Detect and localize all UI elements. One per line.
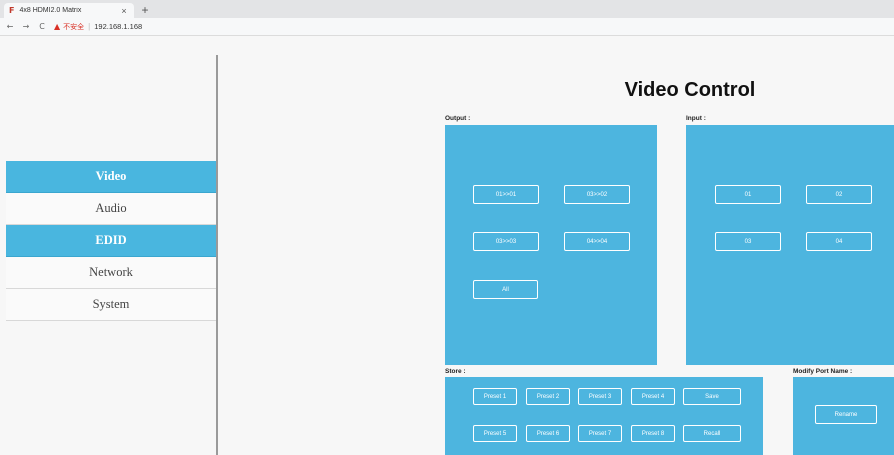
- input-button-3[interactable]: 03: [715, 232, 781, 251]
- back-arrow-icon[interactable]: ←: [4, 22, 16, 31]
- security-indicator[interactable]: ▲ 不安全: [54, 22, 84, 32]
- warning-triangle-icon: ▲: [54, 22, 61, 31]
- preset-8-button[interactable]: Preset 8: [631, 425, 675, 442]
- url-separator: |: [88, 22, 91, 31]
- preset-6-button[interactable]: Preset 6: [526, 425, 570, 442]
- input-button-1[interactable]: 01: [715, 185, 781, 204]
- security-text: 不安全: [63, 23, 85, 31]
- tab-title: 4x8 HDMI2.0 Matrix: [19, 7, 82, 14]
- save-button[interactable]: Save: [683, 388, 741, 405]
- input-panel: 01 02 03 04: [686, 125, 894, 365]
- recall-button[interactable]: Recall: [683, 425, 741, 442]
- reload-icon[interactable]: C: [36, 22, 48, 31]
- sidebar-item-video[interactable]: Video: [6, 161, 216, 193]
- preset-3-button[interactable]: Preset 3: [578, 388, 622, 405]
- sidebar-item-network[interactable]: Network: [6, 257, 216, 289]
- preset-5-button[interactable]: Preset 5: [473, 425, 517, 442]
- preset-1-button[interactable]: Preset 1: [473, 388, 517, 405]
- output-button-1[interactable]: 01>>01: [473, 185, 539, 204]
- site-favicon-icon: F: [9, 6, 15, 15]
- page-title: Video Control: [624, 79, 756, 101]
- tab-close-icon[interactable]: ×: [118, 6, 130, 16]
- store-panel: Preset 1 Preset 2 Preset 3 Preset 4 Save…: [445, 377, 763, 455]
- sidebar-item-edid[interactable]: EDID: [6, 225, 216, 257]
- input-button-2[interactable]: 02: [806, 185, 872, 204]
- output-button-3[interactable]: 03>>03: [473, 232, 539, 251]
- browser-tab[interactable]: F 4x8 HDMI2.0 Matrix ×: [4, 3, 134, 18]
- output-label: Output :: [445, 115, 471, 122]
- output-all-button[interactable]: All: [473, 280, 538, 299]
- store-label: Store :: [445, 368, 466, 375]
- modify-port-name-label: Modify Port Name :: [793, 368, 853, 375]
- url-field[interactable]: 192.168.1.168: [94, 22, 142, 31]
- input-button-4[interactable]: 04: [806, 232, 872, 251]
- sidebar-item-audio[interactable]: Audio: [6, 193, 216, 225]
- browser-tab-bar: F 4x8 HDMI2.0 Matrix × +: [0, 0, 894, 18]
- preset-2-button[interactable]: Preset 2: [526, 388, 570, 405]
- output-button-2[interactable]: 03>>02: [564, 185, 630, 204]
- forward-arrow-icon[interactable]: →: [20, 22, 32, 31]
- sidebar-item-system[interactable]: System: [6, 289, 216, 321]
- new-tab-icon[interactable]: +: [138, 3, 152, 17]
- output-button-4[interactable]: 04>>04: [564, 232, 630, 251]
- output-panel: 01>>01 03>>02 03>>03 04>>04 All: [445, 125, 657, 365]
- sidebar-divider: [216, 55, 218, 455]
- input-label: Input :: [686, 115, 706, 122]
- address-bar: ← → C ▲ 不安全 | 192.168.1.168: [0, 18, 894, 36]
- sidebar-menu: Video Audio EDID Network System: [6, 161, 216, 321]
- preset-7-button[interactable]: Preset 7: [578, 425, 622, 442]
- rename-button[interactable]: Rename: [815, 405, 877, 424]
- modify-port-name-panel: Rename: [793, 377, 894, 455]
- preset-4-button[interactable]: Preset 4: [631, 388, 675, 405]
- page-content: Video Audio EDID Network System Video Co…: [0, 37, 894, 455]
